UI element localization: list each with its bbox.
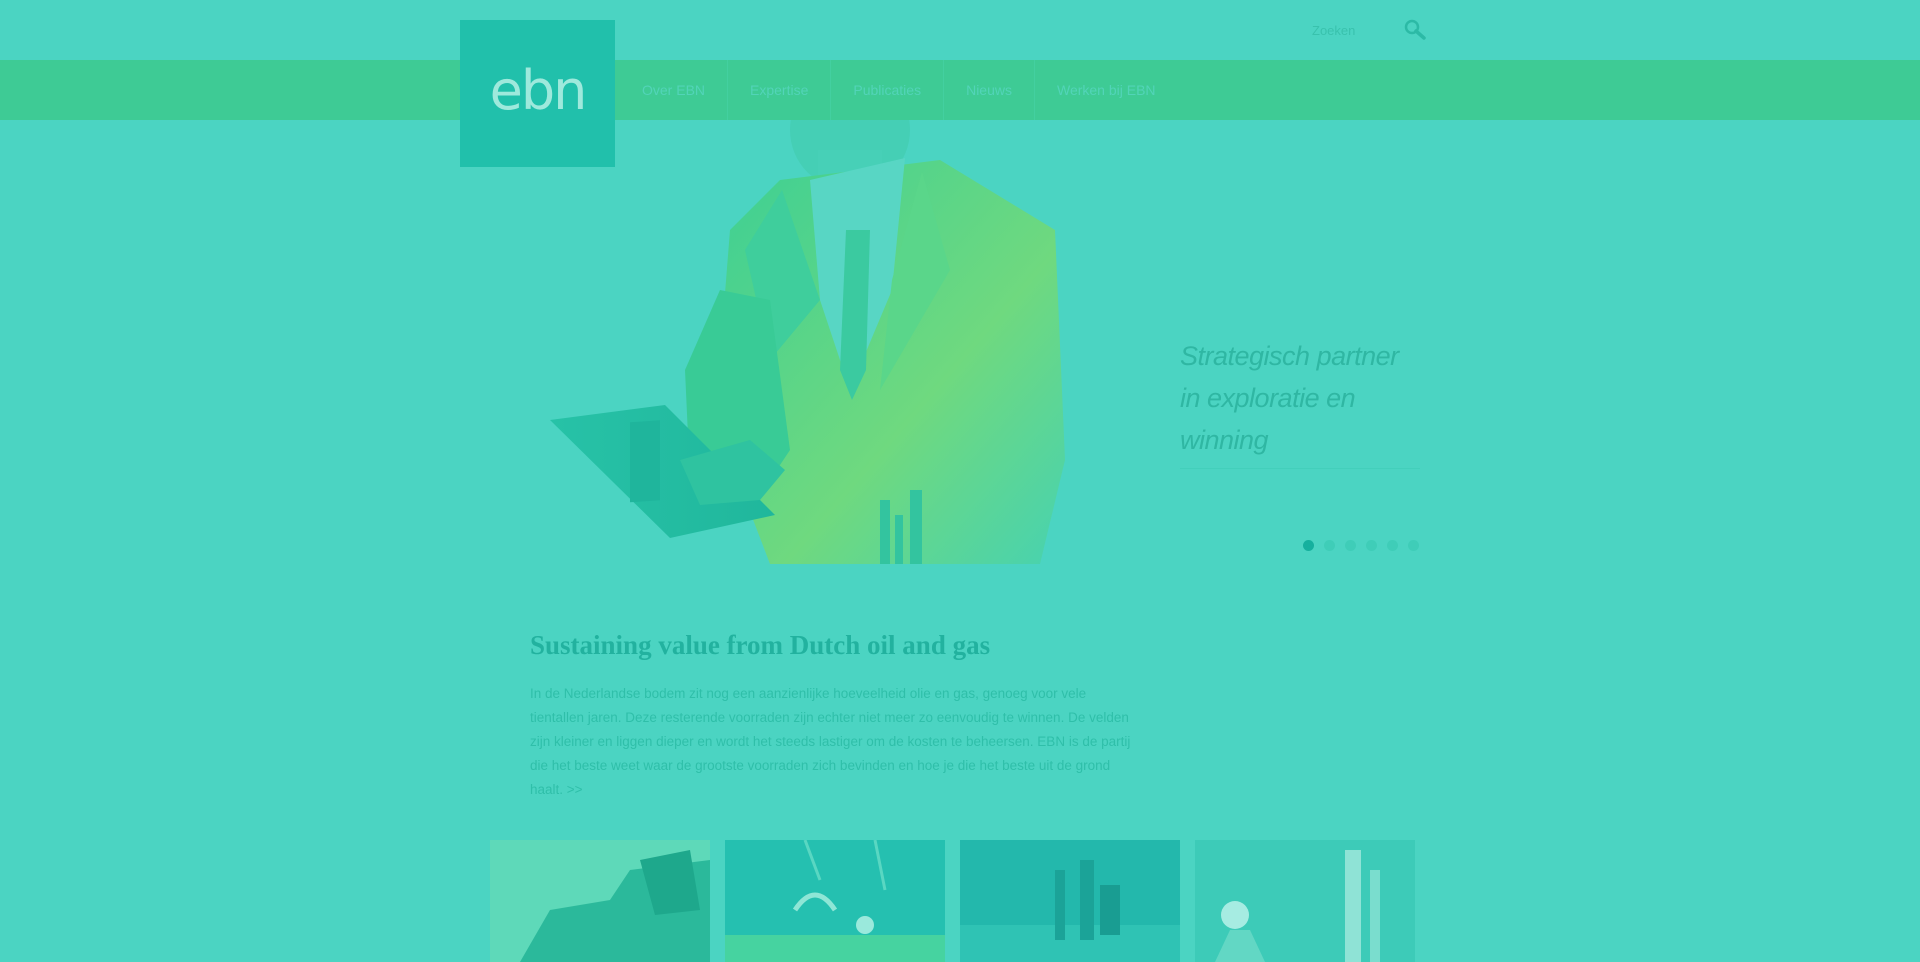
page: Over EBN Expertise Publicaties Nieuws We…: [0, 0, 1920, 962]
thumbnail-4[interactable]: [1195, 840, 1415, 962]
hero-tagline: Strategisch partner in exploratie en win…: [1180, 335, 1430, 461]
thumbnail-2[interactable]: [725, 840, 945, 962]
thumbnail-1[interactable]: [490, 840, 710, 962]
logo-text: ebn: [489, 58, 588, 122]
nav-item-over-ebn[interactable]: Over EBN: [620, 60, 727, 120]
nav-item-nieuws[interactable]: Nieuws: [943, 60, 1034, 120]
main-nav: Over EBN Expertise Publicaties Nieuws We…: [620, 60, 1178, 120]
nav-item-expertise[interactable]: Expertise: [727, 60, 830, 120]
nav-item-publicaties[interactable]: Publicaties: [830, 60, 943, 120]
search-icon[interactable]: [1402, 18, 1430, 42]
search-box: [1310, 18, 1430, 42]
thumbnail-3[interactable]: [960, 840, 1180, 962]
thumbnail-row: [490, 840, 1415, 962]
hero-image: [520, 70, 1080, 564]
carousel-dot-3[interactable]: [1345, 540, 1356, 551]
intro-title: Sustaining value from Dutch oil and gas: [530, 630, 991, 660]
hero-tagline-line-3: winning: [1180, 425, 1269, 455]
carousel-dot-1[interactable]: [1303, 540, 1314, 551]
carousel-dot-5[interactable]: [1387, 540, 1398, 551]
hero-divider: [1180, 468, 1420, 469]
nav-item-werken-bij-ebn[interactable]: Werken bij EBN: [1033, 60, 1178, 120]
hero-tagline-line-1: Strategisch partner: [1180, 341, 1399, 371]
intro-body: In de Nederlandse bodem zit nog een aanz…: [530, 686, 1131, 797]
hero-tagline-line-2: in exploratie en: [1180, 383, 1356, 413]
carousel-dots: [1303, 540, 1419, 551]
search-input[interactable]: [1310, 18, 1404, 42]
carousel-dot-4[interactable]: [1366, 540, 1377, 551]
carousel-dot-6[interactable]: [1408, 540, 1419, 551]
carousel-dot-2[interactable]: [1324, 540, 1335, 551]
